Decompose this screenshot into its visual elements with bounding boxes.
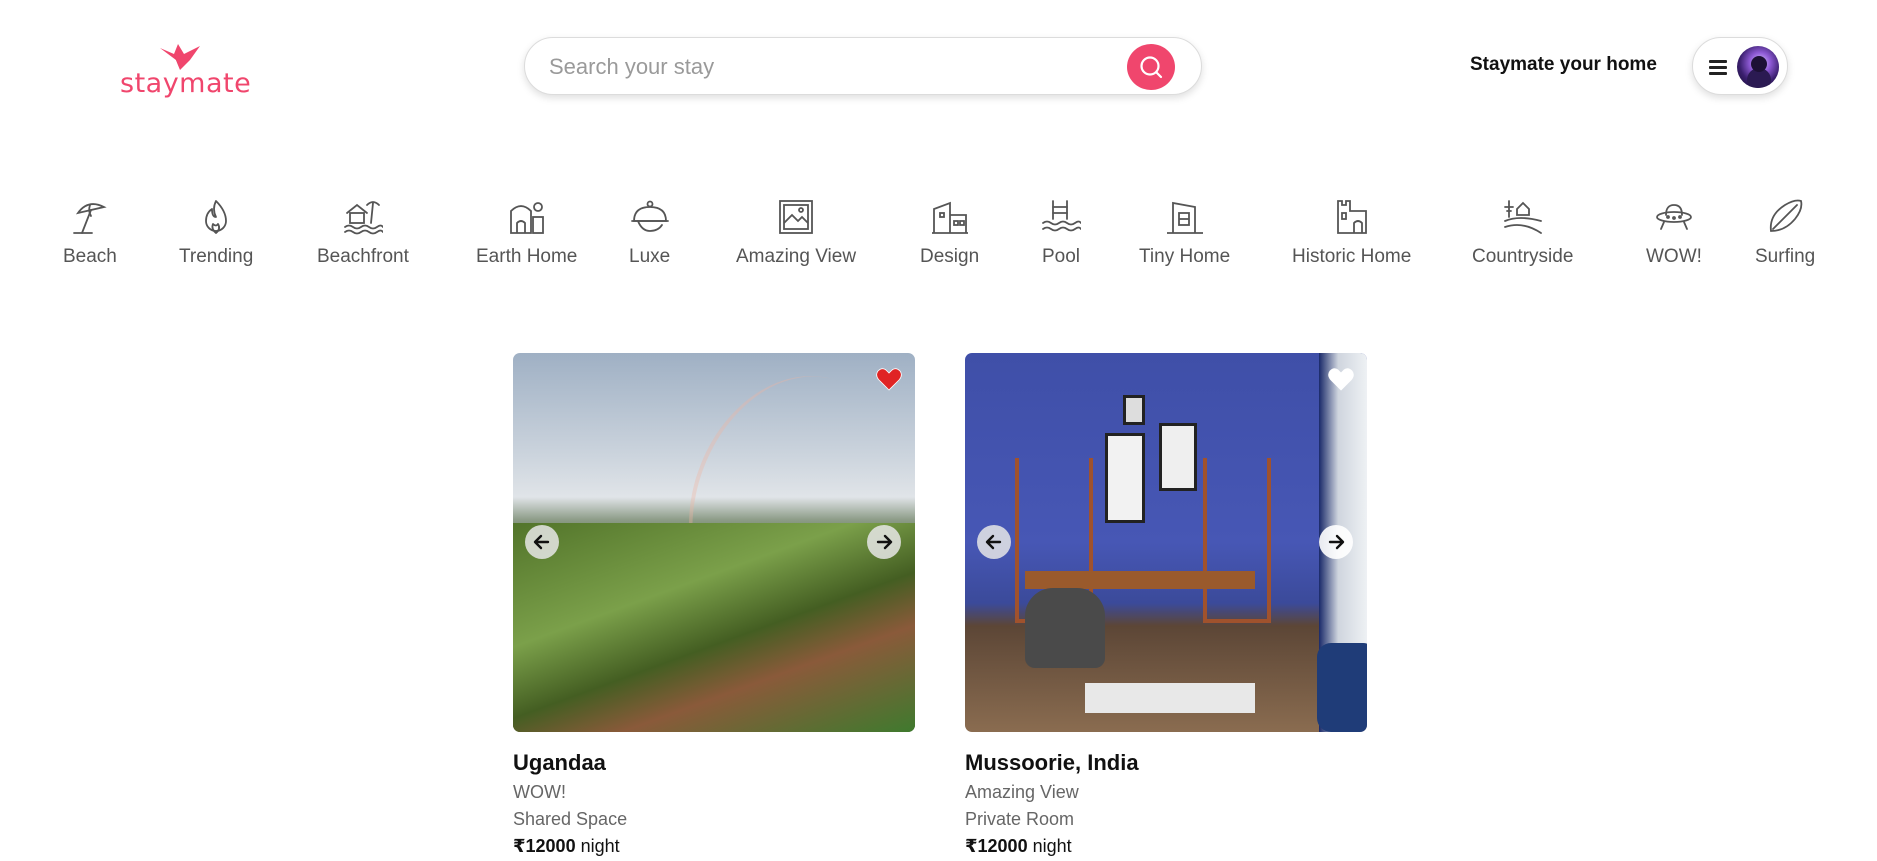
previous-photo-button[interactable] <box>525 525 559 559</box>
category-amazing-view[interactable]: Amazing View <box>736 197 856 268</box>
category-label: Earth Home <box>476 246 578 267</box>
category-label: Countryside <box>1472 246 1574 267</box>
category-surfing[interactable]: Surfing <box>1755 197 1815 268</box>
listing-room-type: Private Room <box>965 809 1075 829</box>
listing-category: Amazing View <box>965 782 1079 802</box>
category-label: Tiny Home <box>1139 246 1231 267</box>
cloche-icon <box>630 200 669 232</box>
listing-photo[interactable] <box>513 353 915 732</box>
category-bar: Beach Trending Beachfront Earth Home Lux… <box>60 197 1840 277</box>
next-photo-button[interactable] <box>867 525 901 559</box>
next-photo-button[interactable] <box>1319 525 1353 559</box>
heart-shape <box>1328 368 1354 391</box>
arrow-left-icon <box>533 534 550 550</box>
castle-icon <box>1336 200 1367 234</box>
arrow-right-icon <box>876 534 893 550</box>
category-label: Surfing <box>1755 246 1816 267</box>
ufo-icon <box>1656 204 1692 230</box>
beachfront-house-icon <box>344 201 383 235</box>
category-design[interactable]: Design <box>920 197 979 268</box>
listing-title: Mussoorie, India <box>965 750 1139 775</box>
category-label: Pool <box>1041 246 1081 267</box>
category-label: Beach <box>63 246 117 267</box>
listing-price: ₹12000 night <box>513 836 915 857</box>
landscape-frame-icon <box>779 200 813 234</box>
listing-card[interactable]: Mussoorie, India Amazing View Private Ro… <box>965 353 1367 857</box>
hamburger-icon <box>1709 60 1727 75</box>
listing-title: Ugandaa <box>513 750 606 775</box>
category-label: Beachfront <box>317 246 409 267</box>
category-tiny-home[interactable]: Tiny Home <box>1139 197 1230 268</box>
price-unit: night <box>1032 836 1072 856</box>
category-luxe[interactable]: Luxe <box>629 197 670 268</box>
arrow-left-icon <box>985 534 1002 550</box>
listing-price: ₹12000 night <box>965 836 1367 857</box>
search-icon <box>1140 56 1163 79</box>
search-bar <box>524 37 1202 95</box>
category-countryside[interactable]: Countryside <box>1472 197 1573 268</box>
listing-photo[interactable] <box>965 353 1367 732</box>
search-input[interactable] <box>549 50 1109 84</box>
pool-ladder-icon <box>1042 200 1081 232</box>
arrow-right-icon <box>1328 534 1345 550</box>
avatar <box>1737 46 1779 88</box>
favorite-heart-icon[interactable] <box>875 365 903 393</box>
category-label: Luxe <box>629 246 671 267</box>
price-amount: ₹12000 <box>513 836 576 856</box>
category-label: Historic Home <box>1292 246 1412 267</box>
category-historic-home[interactable]: Historic Home <box>1292 197 1411 268</box>
category-label: Design <box>920 246 980 267</box>
heart-shape <box>876 368 902 391</box>
category-earth-home[interactable]: Earth Home <box>476 197 577 268</box>
user-menu-button[interactable] <box>1692 37 1788 95</box>
price-unit: night <box>580 836 620 856</box>
favorite-heart-icon[interactable] <box>1327 365 1355 393</box>
earth-home-icon <box>509 202 544 234</box>
beach-umbrella-icon <box>73 203 107 234</box>
listing-room-type: Shared Space <box>513 809 628 829</box>
category-pool[interactable]: Pool <box>1041 197 1081 268</box>
listing-category: WOW! <box>513 782 566 802</box>
category-beach[interactable]: Beach <box>63 197 117 268</box>
category-label: Trending <box>179 246 254 267</box>
category-beachfront[interactable]: Beachfront <box>317 197 409 268</box>
surfboard-icon <box>1769 199 1803 232</box>
staymate-logo[interactable]: staymate <box>120 40 252 102</box>
building-design-icon <box>931 201 968 234</box>
page: staymate Staymate your home Beach Trendi <box>0 0 1877 861</box>
host-your-home-link[interactable]: Staymate your home <box>1470 54 1657 76</box>
category-trending[interactable]: Trending <box>179 197 253 268</box>
search-button[interactable] <box>1127 44 1175 90</box>
flame-icon <box>205 200 228 234</box>
category-label: Amazing View <box>736 246 857 267</box>
brand-name: staymate <box>120 68 252 99</box>
category-label: WOW! <box>1646 246 1702 267</box>
price-amount: ₹12000 <box>965 836 1028 856</box>
listing-card[interactable]: Ugandaa WOW! Shared Space ₹12000 night <box>513 353 915 857</box>
countryside-icon <box>1503 200 1542 234</box>
previous-photo-button[interactable] <box>977 525 1011 559</box>
tiny-home-icon <box>1166 201 1203 234</box>
category-wow[interactable]: WOW! <box>1646 197 1702 268</box>
